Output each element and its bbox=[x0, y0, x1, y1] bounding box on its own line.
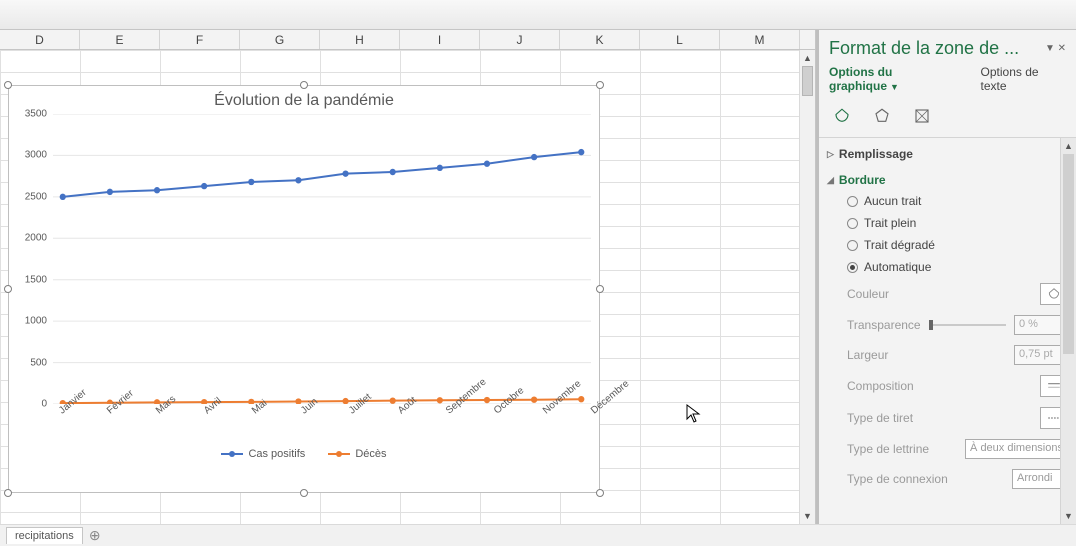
scroll-up-icon[interactable]: ▲ bbox=[800, 50, 815, 66]
legend-label: Décès bbox=[355, 448, 386, 460]
radio-icon bbox=[847, 240, 858, 251]
chevron-down-icon: ◢ bbox=[827, 175, 834, 186]
vertical-scrollbar[interactable]: ▲ ▼ bbox=[799, 50, 815, 524]
sheet-tabs-bar[interactable]: recipitations ⊕ bbox=[0, 524, 1076, 546]
border-width-row: Largeur 0,75 pt bbox=[827, 340, 1068, 370]
legend-item-cas[interactable]: Cas positifs bbox=[221, 448, 305, 460]
resize-handle[interactable] bbox=[4, 81, 12, 89]
option-label: Largeur bbox=[847, 348, 888, 362]
scroll-down-icon[interactable]: ▼ bbox=[1061, 508, 1076, 524]
column-header[interactable]: G bbox=[240, 30, 320, 49]
y-axis: 0500100015002000250030003500 bbox=[15, 114, 51, 404]
cap-type-select[interactable]: À deux dimensions bbox=[965, 439, 1068, 459]
pane-subtab-text-options[interactable]: Options de texte bbox=[981, 65, 1066, 93]
size-properties-tab-icon[interactable] bbox=[911, 105, 933, 127]
option-label: Type de lettrine bbox=[847, 442, 929, 456]
radio-label: Automatique bbox=[864, 260, 931, 274]
column-headers: DEFGHIJKLM bbox=[0, 30, 815, 50]
option-label: Type de tiret bbox=[847, 411, 913, 425]
chart-object[interactable]: Évolution de la pandémie 0 500 1000 1500 200… bbox=[8, 85, 600, 493]
resize-handle[interactable] bbox=[596, 285, 604, 293]
pane-title: Format de la zone de ... bbox=[829, 38, 1019, 59]
border-color-row: Couleur bbox=[827, 278, 1068, 310]
fill-line-tab-icon[interactable] bbox=[831, 105, 853, 127]
pane-vertical-scrollbar[interactable]: ▲ ▼ bbox=[1060, 138, 1076, 524]
option-label: Transparence bbox=[847, 318, 921, 332]
column-header[interactable]: K bbox=[560, 30, 640, 49]
border-join-row: Type de connexion Arrondi bbox=[827, 464, 1068, 494]
option-label: Composition bbox=[847, 379, 914, 393]
y-tick-label: 2000 bbox=[25, 233, 47, 244]
border-option-auto[interactable]: Automatique bbox=[827, 256, 1068, 278]
transparency-slider[interactable] bbox=[929, 324, 1006, 326]
y-tick-label: 3000 bbox=[25, 150, 47, 161]
column-header[interactable]: L bbox=[640, 30, 720, 49]
border-dash-row: Type de tiret bbox=[827, 402, 1068, 434]
scroll-down-icon[interactable]: ▼ bbox=[800, 508, 815, 524]
resize-handle[interactable] bbox=[596, 489, 604, 497]
legend-swatch-icon bbox=[221, 453, 243, 455]
legend-item-deces[interactable]: Décès bbox=[328, 448, 386, 460]
scroll-thumb[interactable] bbox=[802, 66, 813, 96]
option-label: Couleur bbox=[847, 287, 889, 301]
column-header[interactable]: M bbox=[720, 30, 800, 49]
radio-icon bbox=[847, 196, 858, 207]
border-compound-row: Composition bbox=[827, 370, 1068, 402]
radio-icon bbox=[847, 218, 858, 229]
border-option-solid[interactable]: Trait plein bbox=[827, 212, 1068, 234]
column-header[interactable]: F bbox=[160, 30, 240, 49]
legend-label: Cas positifs bbox=[248, 448, 305, 460]
cell-grid[interactable]: Évolution de la pandémie 0 500 1000 1500 200… bbox=[0, 50, 815, 524]
section-label: Remplissage bbox=[839, 147, 913, 161]
y-tick-label: 3500 bbox=[25, 109, 47, 120]
y-tick-label: 500 bbox=[30, 357, 47, 368]
option-label: Type de connexion bbox=[847, 472, 948, 486]
radio-icon bbox=[847, 262, 858, 273]
scroll-thumb[interactable] bbox=[1063, 154, 1074, 354]
sheet-tab[interactable]: recipitations bbox=[6, 527, 83, 544]
pane-menu-dropdown[interactable]: ▼ ✕ bbox=[1045, 43, 1066, 54]
plot-area[interactable] bbox=[53, 114, 591, 404]
pane-subtab-chart-options[interactable]: Options du graphique▼ bbox=[829, 65, 963, 93]
border-option-none[interactable]: Aucun trait bbox=[827, 190, 1068, 212]
x-axis: JanvierFévrierMarsAvrilMaiJuinJuilletAoû… bbox=[53, 404, 591, 444]
effects-tab-icon[interactable] bbox=[871, 105, 893, 127]
resize-handle[interactable] bbox=[596, 81, 604, 89]
border-option-gradient[interactable]: Trait dégradé bbox=[827, 234, 1068, 256]
format-pane: Format de la zone de ... ▼ ✕ Options du … bbox=[816, 30, 1076, 524]
resize-handle[interactable] bbox=[300, 81, 308, 89]
radio-label: Aucun trait bbox=[864, 194, 921, 208]
ribbon-area bbox=[0, 0, 1076, 30]
chart-legend[interactable]: Cas positifs Décès bbox=[9, 444, 599, 466]
subtab-label: Options du graphique bbox=[829, 65, 892, 93]
y-tick-label: 0 bbox=[41, 399, 47, 410]
add-sheet-button[interactable]: ⊕ bbox=[85, 527, 105, 544]
mouse-cursor-icon bbox=[686, 404, 702, 424]
resize-handle[interactable] bbox=[4, 489, 12, 497]
column-header[interactable]: D bbox=[0, 30, 80, 49]
section-fill[interactable]: ▷ Remplissage bbox=[827, 144, 1068, 164]
column-header[interactable]: E bbox=[80, 30, 160, 49]
chart-title[interactable]: Évolution de la pandémie bbox=[9, 86, 599, 114]
column-header[interactable]: I bbox=[400, 30, 480, 49]
y-tick-label: 1000 bbox=[25, 316, 47, 327]
x-tick-label: Décembre bbox=[589, 378, 631, 416]
legend-swatch-icon bbox=[328, 453, 350, 455]
radio-label: Trait dégradé bbox=[864, 238, 935, 252]
resize-handle[interactable] bbox=[4, 285, 12, 293]
section-border[interactable]: ◢ Bordure bbox=[827, 170, 1068, 190]
y-tick-label: 1500 bbox=[25, 274, 47, 285]
border-transparency-row: Transparence 0 % bbox=[827, 310, 1068, 340]
chevron-right-icon: ▷ bbox=[827, 149, 834, 160]
radio-label: Trait plein bbox=[864, 216, 916, 230]
column-header[interactable]: J bbox=[480, 30, 560, 49]
worksheet-area[interactable]: DEFGHIJKLM Évolution de la pandémie 0 500… bbox=[0, 30, 816, 524]
column-header[interactable]: H bbox=[320, 30, 400, 49]
border-cap-row: Type de lettrine À deux dimensions bbox=[827, 434, 1068, 464]
section-label: Bordure bbox=[839, 173, 886, 187]
y-tick-label: 2500 bbox=[25, 191, 47, 202]
scroll-up-icon[interactable]: ▲ bbox=[1061, 138, 1076, 154]
resize-handle[interactable] bbox=[300, 489, 308, 497]
